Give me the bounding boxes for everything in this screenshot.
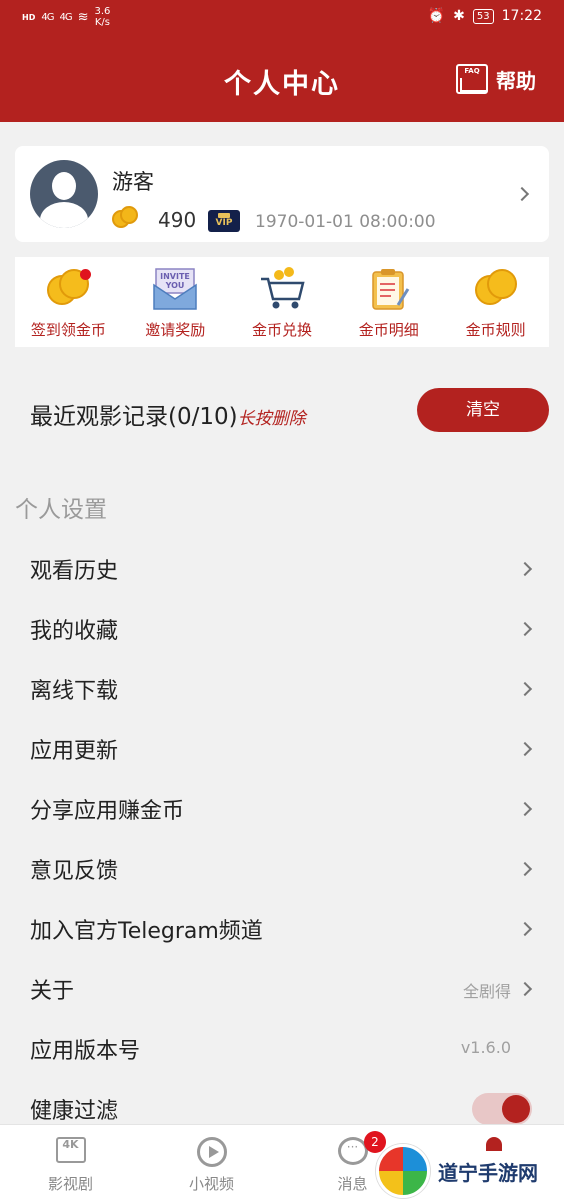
row-label: 关于	[30, 979, 75, 1004]
settings-row-about[interactable]: 关于 全剧得	[0, 959, 564, 1019]
clipboard-icon	[366, 267, 412, 310]
chevron-right-icon	[517, 561, 533, 577]
settings-row-watch-history[interactable]: 观看历史	[0, 539, 564, 599]
chevron-right-icon	[517, 621, 533, 637]
avatar	[30, 160, 98, 228]
avatar-body	[40, 202, 88, 228]
recent-hint: 长按删除	[237, 409, 306, 429]
svg-text:INVITE: INVITE	[160, 272, 190, 281]
help-button[interactable]: FAQ 帮助	[456, 64, 536, 94]
action-label: 邀请奖励	[145, 321, 206, 339]
action-label: 金币兑换	[251, 321, 312, 339]
settings-row-offline-download[interactable]: 离线下载	[0, 659, 564, 719]
signal-icon-2: 4G	[59, 11, 72, 23]
coin-balance: 490	[158, 208, 197, 232]
tab-movies[interactable]: 4K 影视剧	[0, 1125, 141, 1200]
action-rules[interactable]: 金币规则	[442, 257, 549, 347]
settings-row-favorites[interactable]: 我的收藏	[0, 599, 564, 659]
row-label: 分享应用赚金币	[30, 799, 185, 824]
action-details[interactable]: 金币明细	[335, 257, 442, 347]
settings-row-share[interactable]: 分享应用赚金币	[0, 779, 564, 839]
clear-button[interactable]: 清空	[417, 388, 549, 432]
chevron-right-icon	[517, 801, 533, 817]
row-label: 应用更新	[30, 739, 119, 764]
settings-row-telegram[interactable]: 加入官方Telegram频道	[0, 899, 564, 959]
invite-envelope-icon: INVITE YOU	[152, 267, 198, 310]
coin-stack-icon	[473, 267, 519, 309]
coin-stack-icon	[45, 267, 92, 309]
signal-icon: 4G	[41, 11, 54, 23]
version-value: v1.6.0	[460, 1038, 511, 1057]
help-label: 帮助	[496, 68, 536, 93]
settings-section-title: 个人设置	[15, 497, 107, 523]
notification-dot	[80, 269, 92, 280]
shopping-cart-icon	[259, 267, 305, 309]
watermark-text: 道宁手游网	[438, 1160, 538, 1185]
chevron-right-icon	[514, 186, 530, 202]
clock: 17:22	[501, 8, 542, 24]
recent-title: 最近观影记录(0/10)长按删除	[30, 404, 306, 430]
bluetooth-icon: ✱	[453, 8, 465, 24]
row-label: 意见反馈	[30, 859, 119, 884]
avatar-head	[52, 172, 76, 200]
chevron-right-icon	[517, 921, 533, 937]
profile-card[interactable]: 游客 490 VIP 1970-01-01 08:00:00	[15, 146, 549, 242]
quick-actions: 签到领金币 INVITE YOU 邀请奖励 金币兑换 金币明细 金币规则	[15, 257, 549, 347]
play-circle-icon	[196, 1137, 227, 1167]
tab-label: 影视剧	[47, 1175, 93, 1193]
action-label: 金币明细	[358, 321, 419, 339]
vip-expire-time: 1970-01-01 08:00:00	[255, 212, 436, 232]
health-filter-toggle[interactable]	[472, 1093, 532, 1125]
hd-icon: HD	[22, 12, 36, 22]
vip-icon: VIP	[208, 210, 240, 232]
row-label: 应用版本号	[30, 1039, 141, 1064]
row-value: 全剧得	[462, 982, 511, 1001]
action-label: 签到领金币	[30, 321, 106, 339]
chat-bubble-icon: ···	[337, 1137, 368, 1165]
action-label: 金币规则	[465, 321, 526, 339]
watermark-logo-icon	[376, 1144, 430, 1198]
chevron-right-icon	[517, 741, 533, 757]
row-label: 健康过滤	[30, 1099, 119, 1124]
tab-short-video[interactable]: 小视频	[141, 1125, 282, 1200]
row-label: 我的收藏	[30, 619, 119, 644]
action-invite[interactable]: INVITE YOU 邀请奖励	[122, 257, 229, 347]
chevron-right-icon	[517, 981, 533, 997]
settings-row-feedback[interactable]: 意见反馈	[0, 839, 564, 899]
4k-tv-icon: 4K	[55, 1137, 86, 1163]
faq-icon: FAQ	[456, 64, 488, 94]
top-bar: HD 4G 4G ≋ 3.6 K/s ⏰ ✱ 53 17:22 个人中心 FAQ…	[0, 0, 564, 122]
wifi-icon: ≋	[77, 9, 89, 25]
network-speed: 3.6 K/s	[94, 6, 111, 28]
chevron-right-icon	[517, 861, 533, 877]
svg-text:YOU: YOU	[165, 281, 185, 290]
status-bar: HD 4G 4G ≋ 3.6 K/s ⏰ ✱ 53 17:22	[0, 0, 564, 36]
tab-label: 小视频	[188, 1175, 234, 1193]
alarm-icon: ⏰	[427, 8, 446, 24]
battery-indicator: 53	[472, 8, 494, 24]
username: 游客	[112, 170, 154, 194]
row-label: 观看历史	[30, 559, 119, 584]
action-checkin[interactable]: 签到领金币	[15, 257, 122, 347]
row-label: 离线下载	[30, 679, 119, 704]
coin-icon	[112, 206, 140, 230]
action-exchange[interactable]: 金币兑换	[229, 257, 336, 347]
chevron-right-icon	[517, 681, 533, 697]
settings-row-app-update[interactable]: 应用更新	[0, 719, 564, 779]
row-label: 加入官方Telegram频道	[30, 919, 263, 944]
watermark: 道宁手游网	[376, 1142, 564, 1200]
settings-row-version: 应用版本号 v1.6.0	[0, 1019, 564, 1079]
